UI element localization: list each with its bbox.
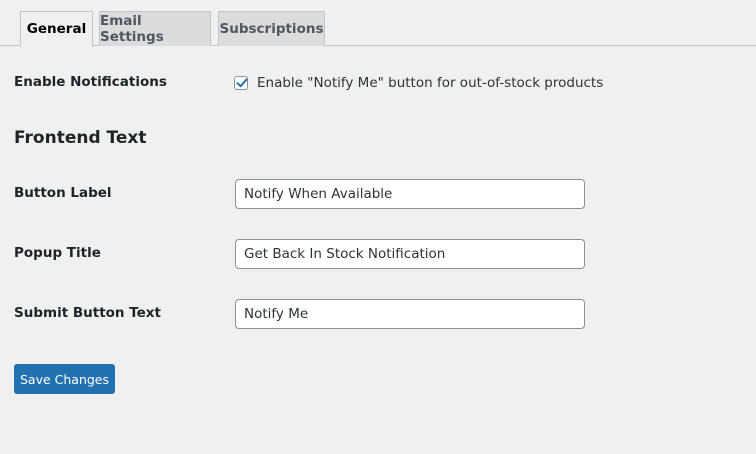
popup-title-input[interactable] (235, 239, 585, 269)
enable-notifications-label: Enable Notifications (14, 74, 167, 90)
button-label-input[interactable] (235, 179, 585, 209)
popup-title-label: Popup Title (14, 245, 101, 261)
frontend-text-heading: Frontend Text (14, 128, 147, 148)
tab-subscriptions[interactable]: Subscriptions (218, 11, 325, 46)
settings-page: General Email Settings Subscriptions Ena… (0, 0, 756, 454)
submit-button-text-label: Submit Button Text (14, 305, 161, 321)
enable-notify-checkbox-row: Enable "Notify Me" button for out-of-sto… (234, 75, 603, 91)
tab-email-settings[interactable]: Email Settings (99, 11, 211, 46)
submit-button-text-input[interactable] (235, 299, 585, 329)
enable-notify-checkbox[interactable] (234, 76, 248, 90)
tab-general[interactable]: General (20, 11, 93, 47)
tab-general-label: General (26, 21, 87, 37)
tab-subscriptions-label: Subscriptions (219, 21, 324, 37)
button-label-label: Button Label (14, 185, 112, 201)
tab-bar: General Email Settings Subscriptions (0, 0, 756, 47)
save-changes-button[interactable]: Save Changes (14, 364, 115, 394)
tab-email-settings-label: Email Settings (100, 13, 164, 45)
enable-notify-checkbox-label[interactable]: Enable "Notify Me" button for out-of-sto… (257, 75, 603, 91)
checkmark-icon (236, 78, 248, 88)
